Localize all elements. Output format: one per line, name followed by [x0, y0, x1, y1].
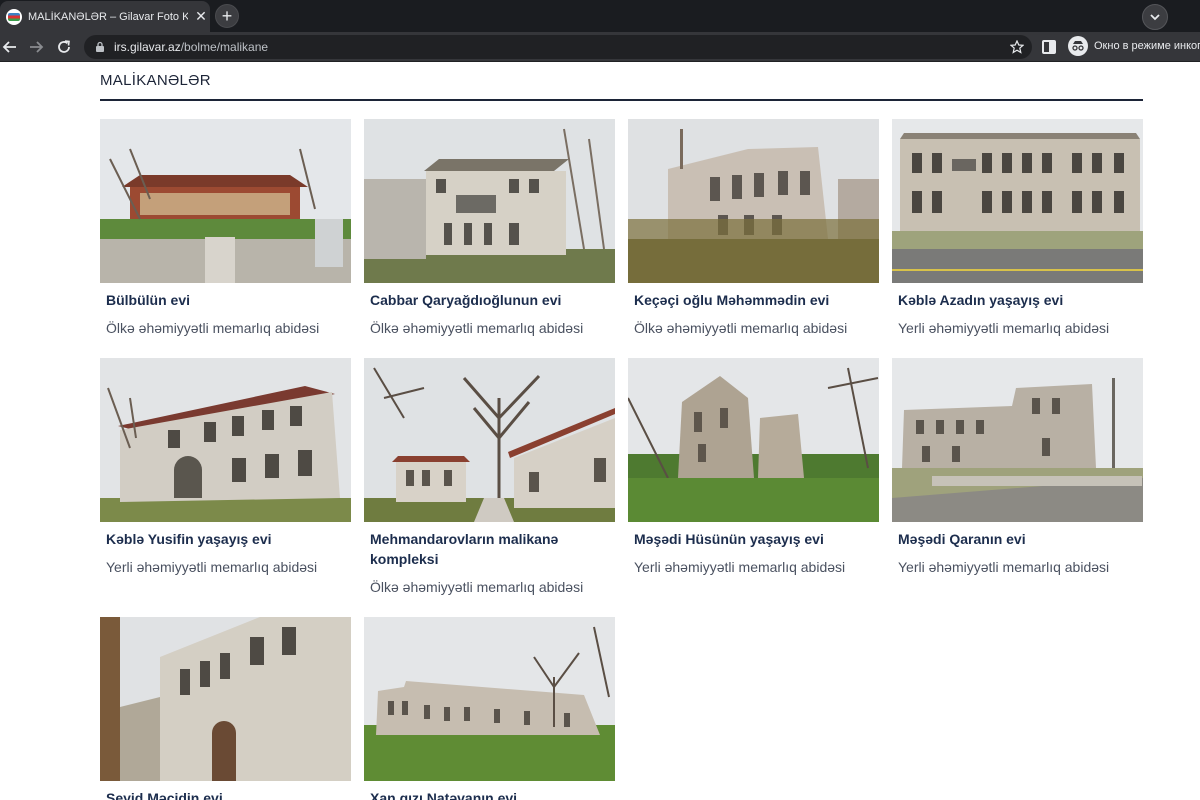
browser-toolbar: irs.gilavar.az/bolme/malikane Окно в реж…: [0, 32, 1200, 62]
tab-close-icon[interactable]: ✕: [192, 8, 210, 25]
mansion-card[interactable]: Kəblə Azadın yaşayış evi Yerli əhəmiyyət…: [892, 119, 1143, 338]
mansion-card[interactable]: Cabbar Qaryağdıoğlunun evi Ölkə əhəmiyyə…: [364, 119, 615, 338]
mansion-card[interactable]: Məşədi Hüsünün yaşayış evi Yerli əhəmiyy…: [628, 358, 879, 577]
mansion-photo[interactable]: [364, 617, 615, 781]
mansion-status: Ölkə əhəmiyyətli memarlıq abidəsi: [370, 579, 584, 595]
mansion-card[interactable]: Keçəçi oğlu Məhəmmədin evi Ölkə əhəmiyyə…: [628, 119, 879, 338]
site-favicon-icon: [6, 8, 22, 25]
mansion-card[interactable]: Seyid Məcidin evi: [100, 617, 351, 800]
side-panel-icon[interactable]: [1042, 40, 1056, 54]
mansion-card[interactable]: Xan qızı Natəvanın evi: [364, 617, 615, 800]
tab-title: MALİKANƏLƏR – Gilavar Foto Klub: [28, 10, 188, 23]
mansion-photo[interactable]: [100, 617, 351, 781]
mansion-photo[interactable]: [628, 119, 879, 283]
url-host: irs.gilavar.az: [114, 40, 181, 54]
page-content: MALİKANƏLƏR Bülbülün evi Ölkə əhəmiyyətl…: [0, 63, 1200, 800]
arrow-right-icon: [30, 41, 44, 53]
section-divider: [100, 99, 1143, 101]
mansion-photo[interactable]: [364, 358, 615, 522]
tab-search-button[interactable]: [1142, 4, 1168, 30]
mansion-title[interactable]: Məşədi Qaranın evi: [892, 529, 1137, 549]
mansion-photo[interactable]: [364, 119, 615, 283]
browser-tab-bar: MALİKANƏLƏR – Gilavar Foto Klub ✕ +: [0, 0, 1200, 32]
mansion-title[interactable]: Cabbar Qaryağdıoğlunun evi: [364, 290, 609, 310]
mansion-status: Ölkə əhəmiyyətli memarlıq abidəsi: [370, 320, 584, 336]
mansion-photo[interactable]: [628, 358, 879, 522]
section-title: MALİKANƏLƏR: [100, 72, 211, 89]
mansion-status: Yerli əhəmiyyətli memarlıq abidəsi: [106, 559, 318, 575]
back-button[interactable]: [0, 37, 20, 57]
mansion-title[interactable]: Kəblə Azadın yaşayış evi: [892, 290, 1137, 310]
bookmark-star-icon[interactable]: [1010, 40, 1024, 54]
mansion-photo[interactable]: [100, 119, 351, 283]
mansion-card[interactable]: Bülbülün evi Ölkə əhəmiyyətli memarlıq a…: [100, 119, 351, 338]
mansion-card[interactable]: Kəblə Yusifin yaşayış evi Yerli əhəmiyyə…: [100, 358, 351, 577]
mansion-title[interactable]: Xan qızı Natəvanın evi: [364, 788, 609, 800]
chevron-down-icon: [1150, 14, 1160, 21]
incognito-label: Окно в режиме инкогнито: [1094, 40, 1200, 52]
mansion-status: Yerli əhəmiyyətli memarlıq abidəsi: [898, 559, 1110, 575]
mansion-title[interactable]: Keçəçi oğlu Məhəmmədin evi: [628, 290, 873, 310]
mansion-title[interactable]: Kəblə Yusifin yaşayış evi: [100, 529, 345, 549]
arrow-left-icon: [2, 41, 16, 53]
forward-button[interactable]: [26, 37, 46, 57]
mansion-status: Ölkə əhəmiyyətli memarlıq abidəsi: [106, 320, 320, 336]
lock-icon[interactable]: [94, 41, 106, 53]
browser-tab[interactable]: MALİKANƏLƏR – Gilavar Foto Klub ✕: [0, 1, 210, 32]
mansion-title[interactable]: Məşədi Hüsünün yaşayış evi: [628, 529, 873, 549]
mansion-photo[interactable]: [892, 119, 1143, 283]
reload-button[interactable]: [54, 37, 74, 57]
url-path: /bolme/malikane: [180, 40, 269, 54]
mansion-title[interactable]: Seyid Məcidin evi: [100, 788, 345, 800]
mansion-status: Yerli əhəmiyyətli memarlıq abidəsi: [634, 559, 846, 575]
mansion-card[interactable]: Mehmandarovların malikanə kompleksi Ölkə…: [364, 358, 615, 597]
incognito-icon: [1068, 36, 1088, 56]
mansion-photo[interactable]: [892, 358, 1143, 522]
mansion-status: Yerli əhəmiyyətli memarlıq abidəsi: [898, 320, 1110, 336]
mansion-card[interactable]: Məşədi Qaranın evi Yerli əhəmiyyətli mem…: [892, 358, 1143, 577]
mansion-title[interactable]: Bülbülün evi: [100, 290, 345, 310]
mansion-status: Ölkə əhəmiyyətli memarlıq abidəsi: [634, 320, 848, 336]
incognito-indicator[interactable]: Окно в режиме инкогнито: [1068, 36, 1200, 56]
new-tab-button[interactable]: +: [215, 4, 239, 28]
address-bar[interactable]: irs.gilavar.az/bolme/malikane: [84, 35, 1032, 59]
mansion-photo[interactable]: [100, 358, 351, 522]
reload-icon: [58, 40, 70, 53]
url-text: irs.gilavar.az/bolme/malikane: [114, 40, 268, 54]
mansion-title[interactable]: Mehmandarovların malikanə kompleksi: [364, 529, 609, 569]
